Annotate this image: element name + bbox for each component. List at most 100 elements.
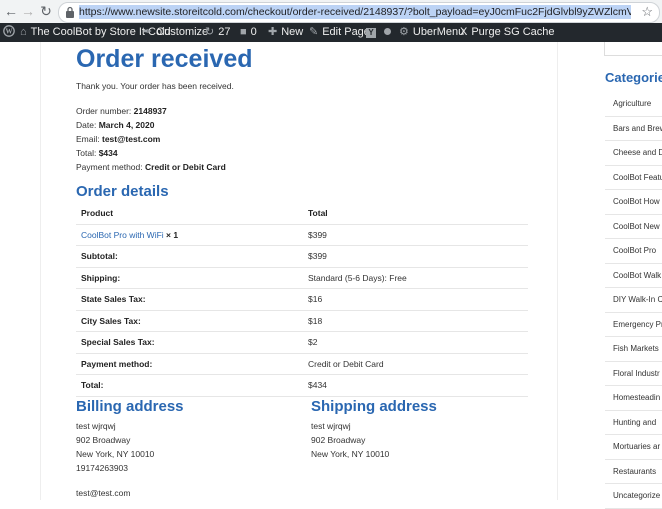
comment-icon: ■ bbox=[240, 26, 247, 38]
list-item[interactable]: CoolBot Pro bbox=[605, 239, 662, 264]
category-link[interactable]: Bars and Brew bbox=[613, 124, 662, 133]
plus-icon: ✚ bbox=[268, 26, 278, 38]
category-link[interactable]: Fish Markets bbox=[613, 344, 659, 353]
list-item[interactable]: Fish Markets bbox=[605, 337, 662, 362]
row-label: State Sales Tax: bbox=[76, 288, 303, 311]
admin-comments[interactable]: ■ 0 bbox=[240, 23, 257, 42]
list-item[interactable]: Agriculture bbox=[605, 92, 662, 117]
edit-page-label: Edit Page bbox=[322, 26, 370, 38]
row-value: $16 bbox=[303, 288, 528, 311]
category-link[interactable]: CoolBot Pro bbox=[613, 246, 656, 255]
list-item[interactable]: Hunting and bbox=[605, 411, 662, 435]
payment-method-value: Credit or Debit Card bbox=[145, 162, 226, 172]
list-item[interactable]: CoolBot How bbox=[605, 190, 662, 215]
product-cell: CoolBot Pro with WiFi × 1 bbox=[76, 224, 303, 246]
product-total: $399 bbox=[303, 224, 528, 246]
categories-title: Categories bbox=[605, 70, 662, 85]
total-column-header: Total bbox=[303, 203, 528, 225]
status-dot-icon[interactable] bbox=[384, 23, 391, 42]
admin-updates[interactable]: ↻ 27 bbox=[205, 23, 230, 42]
payment-method-line: Payment method: Credit or Debit Card bbox=[76, 162, 226, 173]
date-value: March 4, 2020 bbox=[98, 120, 155, 130]
admin-customize[interactable]: ✒ Customize bbox=[143, 23, 208, 42]
yoast-icon[interactable]: Y bbox=[366, 23, 376, 42]
table-row: Payment method: Credit or Debit Card bbox=[76, 353, 528, 375]
category-link[interactable]: Agriculture bbox=[613, 99, 651, 108]
updates-icon: ↻ bbox=[205, 26, 215, 38]
row-label: Total: bbox=[76, 374, 303, 397]
date-line: Date: March 4, 2020 bbox=[76, 120, 154, 131]
list-item[interactable]: Uncategorize bbox=[605, 484, 662, 509]
email-line: Email: test@test.com bbox=[76, 134, 160, 145]
row-value: $18 bbox=[303, 310, 528, 332]
order-number-label: Order number: bbox=[76, 106, 132, 116]
category-link[interactable]: Hunting and bbox=[613, 418, 656, 427]
category-link[interactable]: CoolBot New bbox=[613, 222, 660, 231]
row-value: Standard (5-6 Days): Free bbox=[303, 267, 528, 289]
row-label: Subtotal: bbox=[76, 245, 303, 268]
ubermenu-label: UberMenu bbox=[412, 26, 465, 38]
list-item[interactable]: Homesteadin bbox=[605, 386, 662, 411]
billing-address-heading: Billing address bbox=[76, 398, 184, 415]
category-link[interactable]: CoolBot How bbox=[613, 197, 660, 206]
browser-toolbar: ← → ↻ https://www.newsite.storeitcold.co… bbox=[0, 0, 662, 24]
list-item[interactable]: CoolBot Featu bbox=[605, 166, 662, 190]
category-link[interactable]: CoolBot Walk bbox=[613, 271, 661, 280]
admin-ubermenu[interactable]: ⚙ UberMenu bbox=[399, 23, 464, 42]
list-item[interactable]: Cheese and D bbox=[605, 141, 662, 166]
admin-bar: W ⌂ The CoolBot by Store It Cold ✒ Customi… bbox=[0, 23, 662, 42]
category-link[interactable]: Restaurants bbox=[613, 467, 656, 476]
shipping-name: test wjrqwj bbox=[311, 421, 351, 431]
shipping-street: 902 Broadway bbox=[311, 435, 366, 445]
category-link[interactable]: Cheese and D bbox=[613, 148, 662, 157]
category-link[interactable]: DIY Walk-In C bbox=[613, 295, 662, 304]
list-item[interactable]: Bars and Brew bbox=[605, 117, 662, 141]
table-row: Subtotal: $399 bbox=[76, 245, 528, 268]
total-value: $434 bbox=[98, 148, 118, 158]
lock-icon bbox=[66, 6, 74, 18]
list-item[interactable]: Mortuaries ar bbox=[605, 435, 662, 460]
category-link[interactable]: Mortuaries ar bbox=[613, 442, 660, 451]
billing-email: test@test.com bbox=[76, 488, 131, 498]
sidebar: Categories Agriculture Bars and Brew Che… bbox=[565, 42, 662, 509]
wordpress-logo-icon[interactable]: W bbox=[3, 23, 15, 42]
category-link[interactable]: Emergency Pr bbox=[613, 320, 662, 329]
list-item[interactable]: Emergency Pr bbox=[605, 313, 662, 337]
table-row: Shipping: Standard (5-6 Days): Free bbox=[76, 267, 528, 289]
reload-icon[interactable]: ↻ bbox=[38, 3, 54, 19]
order-details-table: Product Total CoolBot Pro with WiFi × 1 … bbox=[76, 203, 528, 397]
customize-label: Customize bbox=[156, 26, 209, 38]
category-link[interactable]: Uncategorize bbox=[613, 491, 660, 500]
total-label: Total: bbox=[76, 148, 97, 158]
product-link[interactable]: CoolBot Pro with WiFi bbox=[81, 230, 164, 240]
admin-new[interactable]: ✚ New bbox=[268, 23, 303, 42]
list-item[interactable]: DIY Walk-In C bbox=[605, 288, 662, 313]
admin-edit-page[interactable]: ✎ Edit Page bbox=[309, 23, 370, 42]
billing-phone: 19174263903 bbox=[76, 463, 129, 473]
home-icon: ⌂ bbox=[20, 26, 27, 38]
list-item[interactable]: Restaurants bbox=[605, 460, 662, 484]
forward-icon[interactable]: → bbox=[20, 3, 36, 19]
list-item[interactable]: Floral Industr bbox=[605, 362, 662, 386]
list-item[interactable]: CoolBot Walk bbox=[605, 264, 662, 288]
category-link[interactable]: Floral Industr bbox=[613, 369, 660, 378]
purge-x-icon: X bbox=[460, 26, 468, 38]
category-link[interactable]: Homesteadin bbox=[613, 393, 660, 402]
category-link[interactable]: CoolBot Featu bbox=[613, 173, 662, 182]
product-column-header: Product bbox=[76, 203, 303, 225]
address-bar[interactable]: https://www.newsite.storeitcold.com/chec… bbox=[58, 2, 660, 23]
url-text[interactable]: https://www.newsite.storeitcold.com/chec… bbox=[79, 5, 631, 19]
table-row: State Sales Tax: $16 bbox=[76, 288, 528, 311]
billing-name: test wjrqwj bbox=[76, 421, 116, 431]
admin-purge-cache[interactable]: X Purge SG Cache bbox=[460, 23, 555, 42]
bookmark-star-icon[interactable]: ☆ bbox=[641, 4, 653, 20]
order-number-line: Order number: 2148937 bbox=[76, 106, 167, 117]
total-line: Total: $434 bbox=[76, 148, 118, 159]
gear-icon: ⚙ bbox=[399, 26, 409, 38]
billing-street: 902 Broadway bbox=[76, 435, 131, 445]
order-details-heading: Order details bbox=[76, 183, 169, 200]
list-item[interactable]: CoolBot New bbox=[605, 215, 662, 239]
brush-icon: ✒ bbox=[143, 26, 153, 38]
email-value: test@test.com bbox=[102, 134, 161, 144]
back-icon[interactable]: ← bbox=[3, 3, 19, 19]
